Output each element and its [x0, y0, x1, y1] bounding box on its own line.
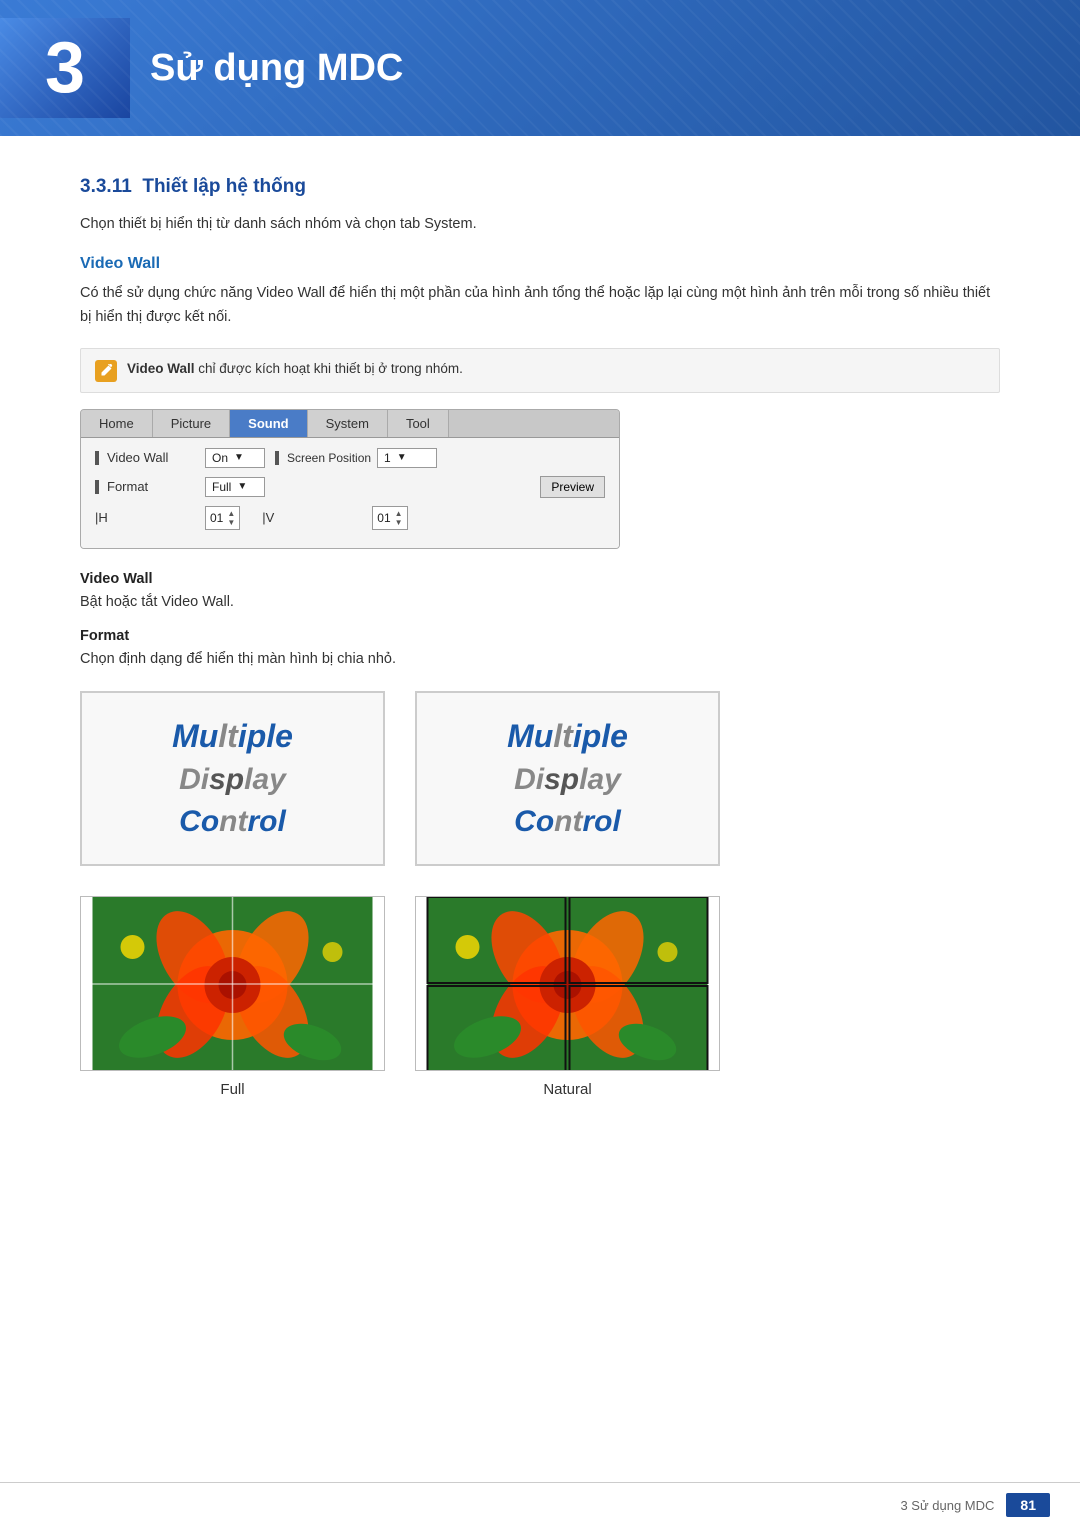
panel-label-format: Format	[95, 479, 205, 494]
image-box-full-mdc: Multiple Display Control	[80, 691, 385, 866]
panel-select-screenpos[interactable]: 1 ▼	[377, 448, 437, 468]
tab-tool[interactable]: Tool	[388, 410, 449, 437]
chevron-down-icon: ▼	[397, 452, 407, 463]
main-content: 3.3.11 Thiết lập hệ thống Chọn thiết bị …	[0, 176, 1080, 1178]
panel-label-h: |H	[95, 510, 205, 525]
mdc-logo-full: Multiple Display Control	[80, 691, 385, 866]
videowall-body-heading: Video Wall	[80, 571, 1000, 587]
section-intro: Chọn thiết bị hiển thị từ danh sách nhóm…	[80, 212, 1000, 237]
note-icon	[95, 360, 117, 382]
note-text: Video Wall chỉ được kích hoạt khi thiết …	[127, 359, 463, 379]
spinner-arrows-h: ▲ ▼	[227, 509, 235, 527]
image-box-natural-mdc: Multiple Display Control	[415, 691, 720, 866]
tab-bar: Home Picture Sound System Tool	[81, 410, 619, 438]
image-box-natural-flower: Natural	[415, 896, 720, 1098]
panel-label-v: |V	[262, 510, 372, 525]
tab-system[interactable]: System	[308, 410, 388, 437]
natural-label: Natural	[415, 1081, 720, 1098]
panel-select-format[interactable]: Full ▼	[205, 477, 265, 497]
ui-panel: Home Picture Sound System Tool Video Wal…	[80, 409, 620, 549]
panel-label-videowall: Video Wall	[95, 450, 205, 465]
pencil-icon	[99, 364, 113, 378]
panel-row-videowall: Video Wall On ▼ Screen Position 1 ▼	[95, 448, 605, 468]
tab-sound[interactable]: Sound	[230, 410, 307, 437]
chevron-down-icon: ▼	[237, 481, 247, 492]
flower-full-svg	[81, 897, 384, 1071]
image-box-full-flower: Full	[80, 896, 385, 1098]
mdc-logo-natural: Multiple Display Control	[415, 691, 720, 866]
format-images-grid: Multiple Display Control Multiple Displa…	[80, 691, 720, 1098]
chevron-down-icon: ▼	[234, 452, 244, 463]
panel-select-videowall[interactable]: On ▼	[205, 448, 265, 468]
panel-row-format: Format Full ▼ Preview	[95, 476, 605, 498]
screen-position-label: Screen Position	[275, 451, 371, 465]
flower-full	[80, 896, 385, 1071]
flower-natural-svg	[416, 897, 719, 1071]
chapter-header: 3 Sử dụng MDC	[0, 0, 1080, 136]
page-number: 81	[1006, 1493, 1050, 1517]
full-label: Full	[80, 1081, 385, 1098]
tab-home[interactable]: Home	[81, 410, 153, 437]
page-footer: 3 Sử dụng MDC 81	[0, 1482, 1080, 1527]
videowall-body-text: Bật hoặc tắt Video Wall.	[80, 591, 1000, 614]
section-heading: 3.3.11 Thiết lập hệ thống	[80, 176, 1000, 198]
videowall-description: Có thể sử dụng chức năng Video Wall để h…	[80, 281, 1000, 330]
chapter-number: 3	[0, 18, 130, 118]
panel-spinner-v[interactable]: 01 ▲ ▼	[372, 506, 407, 530]
panel-spinner-h[interactable]: 01 ▲ ▼	[205, 506, 240, 530]
spinner-arrows-v: ▲ ▼	[395, 509, 403, 527]
panel-body: Video Wall On ▼ Screen Position 1 ▼	[81, 438, 619, 548]
preview-button[interactable]: Preview	[540, 476, 605, 498]
panel-row-hv: |H 01 ▲ ▼ |V 01 ▲ ▼	[95, 506, 605, 530]
format-body-heading: Format	[80, 628, 1000, 644]
chapter-title: Sử dụng MDC	[150, 47, 403, 90]
videowall-heading: Video Wall	[80, 255, 1000, 273]
note-box: Video Wall chỉ được kích hoạt khi thiết …	[80, 348, 1000, 393]
format-body-text: Chọn định dạng để hiển thị màn hình bị c…	[80, 648, 1000, 671]
flower-natural	[415, 896, 720, 1071]
tab-picture[interactable]: Picture	[153, 410, 230, 437]
footer-text: 3 Sử dụng MDC	[900, 1498, 994, 1513]
